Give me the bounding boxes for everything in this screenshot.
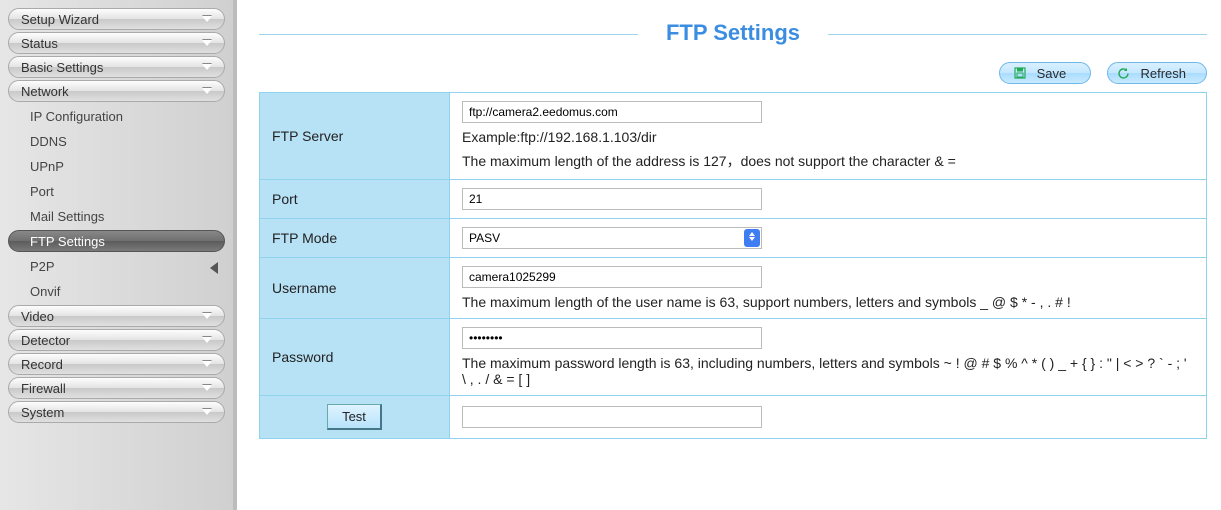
sidebar-group-label: Setup Wizard — [21, 12, 99, 27]
sidebar: Setup Wizard Status Basic Settings Netwo… — [0, 0, 237, 510]
refresh-button-label: Refresh — [1140, 66, 1186, 81]
ftp-mode-label: FTP Mode — [260, 219, 450, 258]
actions-bar: Save Refresh — [259, 62, 1207, 84]
sidebar-item-label: DDNS — [30, 134, 67, 149]
test-cell: Test — [260, 396, 450, 439]
refresh-icon — [1116, 66, 1130, 80]
sidebar-group-firewall[interactable]: Firewall — [8, 377, 225, 399]
sidebar-item-label: Port — [30, 184, 54, 199]
chevron-down-icon — [202, 385, 212, 391]
sidebar-item-label: FTP Settings — [30, 234, 105, 249]
save-button[interactable]: Save — [999, 62, 1091, 84]
sidebar-group-system[interactable]: System — [8, 401, 225, 423]
sidebar-group-detector[interactable]: Detector — [8, 329, 225, 351]
chevron-down-icon — [202, 88, 212, 94]
chevron-down-icon — [202, 361, 212, 367]
ftp-server-cell: Example:ftp://192.168.1.103/dir The maxi… — [450, 93, 1207, 180]
table-row: FTP Server Example:ftp://192.168.1.103/d… — [260, 93, 1207, 180]
ftp-mode-cell: PASV — [450, 219, 1207, 258]
sidebar-group-label: Firewall — [21, 381, 66, 396]
chevron-down-icon — [202, 313, 212, 319]
sidebar-group-video[interactable]: Video — [8, 305, 225, 327]
sidebar-item-ddns[interactable]: DDNS — [8, 130, 225, 152]
content-area: FTP Settings Save Refresh FTP Server — [237, 0, 1221, 510]
password-cell: The maximum password length is 63, inclu… — [450, 319, 1207, 396]
username-hint: The maximum length of the user name is 6… — [462, 294, 1194, 310]
sidebar-group-label: Detector — [21, 333, 70, 348]
table-row: Username The maximum length of the user … — [260, 258, 1207, 319]
save-icon — [1013, 66, 1027, 80]
settings-table: FTP Server Example:ftp://192.168.1.103/d… — [259, 92, 1207, 439]
table-row: FTP Mode PASV — [260, 219, 1207, 258]
sidebar-group-label: Video — [21, 309, 54, 324]
title-row: FTP Settings — [259, 20, 1207, 46]
sidebar-group-label: Basic Settings — [21, 60, 103, 75]
page-title: FTP Settings — [658, 20, 808, 46]
table-row: Password The maximum password length is … — [260, 319, 1207, 396]
chevron-down-icon — [202, 409, 212, 415]
ftp-server-label: FTP Server — [260, 93, 450, 180]
username-label: Username — [260, 258, 450, 319]
sidebar-item-port[interactable]: Port — [8, 180, 225, 202]
test-result-cell — [450, 396, 1207, 439]
password-hint: The maximum password length is 63, inclu… — [462, 355, 1194, 387]
sidebar-group-label: Network — [21, 84, 69, 99]
username-input[interactable] — [462, 266, 762, 288]
active-indicator-icon — [210, 262, 218, 274]
divider — [828, 34, 1207, 35]
divider — [259, 34, 638, 35]
sidebar-item-ip-configuration[interactable]: IP Configuration — [8, 105, 225, 127]
password-label: Password — [260, 319, 450, 396]
test-result-input[interactable] — [462, 406, 762, 428]
ftp-server-hint2: The maximum length of the address is 127… — [462, 151, 1194, 171]
table-row: Test — [260, 396, 1207, 439]
sidebar-item-mail-settings[interactable]: Mail Settings — [8, 205, 225, 227]
sidebar-group-setup-wizard[interactable]: Setup Wizard — [8, 8, 225, 30]
sidebar-item-label: Onvif — [30, 284, 60, 299]
sidebar-group-network[interactable]: Network — [8, 80, 225, 102]
password-input[interactable] — [462, 327, 762, 349]
sidebar-item-label: IP Configuration — [30, 109, 123, 124]
sidebar-item-label: Mail Settings — [30, 209, 104, 224]
sidebar-item-label: P2P — [30, 259, 55, 274]
port-label: Port — [260, 180, 450, 219]
sidebar-group-record[interactable]: Record — [8, 353, 225, 375]
sidebar-group-label: Record — [21, 357, 63, 372]
port-cell — [450, 180, 1207, 219]
table-row: Port — [260, 180, 1207, 219]
sidebar-item-p2p[interactable]: P2P — [8, 255, 225, 277]
sidebar-group-label: System — [21, 405, 64, 420]
ftp-server-input[interactable] — [462, 101, 762, 123]
sidebar-group-label: Status — [21, 36, 58, 51]
username-cell: The maximum length of the user name is 6… — [450, 258, 1207, 319]
sidebar-group-basic-settings[interactable]: Basic Settings — [8, 56, 225, 78]
chevron-down-icon — [202, 16, 212, 22]
sidebar-item-onvif[interactable]: Onvif — [8, 280, 225, 302]
ftp-mode-select[interactable]: PASV — [462, 227, 762, 249]
sidebar-group-status[interactable]: Status — [8, 32, 225, 54]
test-button[interactable]: Test — [327, 404, 382, 430]
save-button-label: Save — [1037, 66, 1067, 81]
sidebar-item-ftp-settings[interactable]: FTP Settings — [8, 230, 225, 252]
chevron-down-icon — [202, 337, 212, 343]
refresh-button[interactable]: Refresh — [1107, 62, 1207, 84]
sidebar-item-upnp[interactable]: UPnP — [8, 155, 225, 177]
sidebar-item-label: UPnP — [30, 159, 64, 174]
chevron-down-icon — [202, 40, 212, 46]
chevron-down-icon — [202, 64, 212, 70]
port-input[interactable] — [462, 188, 762, 210]
ftp-server-hint1: Example:ftp://192.168.1.103/dir — [462, 129, 1194, 145]
